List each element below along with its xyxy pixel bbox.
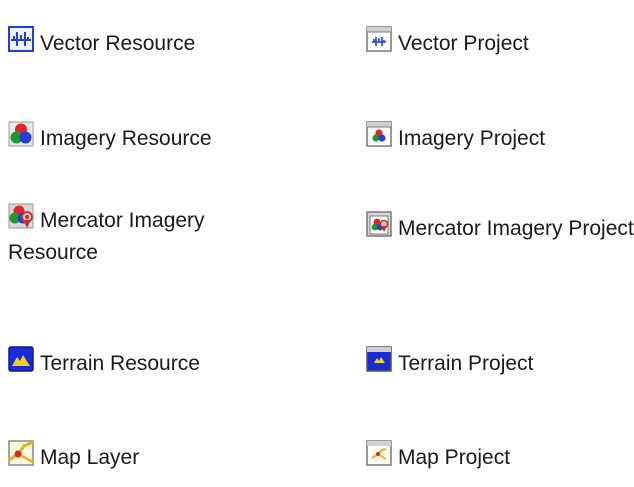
map-project-item[interactable]: Map Project — [366, 440, 510, 473]
terrain-project-icon — [366, 346, 392, 372]
vector-project-icon — [366, 26, 392, 52]
mercator-imagery-resource-label: Mercator Imagery Resource — [8, 209, 211, 264]
mercator-imagery-project-label: Mercator Imagery Project — [398, 217, 634, 240]
imagery-project-icon — [366, 121, 392, 147]
vector-resource-icon — [8, 26, 34, 52]
vector-project-label: Vector Project — [398, 32, 529, 55]
mercator-imagery-project-icon — [366, 211, 392, 237]
vector-resource-label: Vector Resource — [40, 32, 196, 55]
terrain-project-item[interactable]: Terrain Project — [366, 346, 533, 379]
mercator-imagery-resource-icon — [8, 203, 34, 229]
imagery-resource-item[interactable]: Imagery Resource — [8, 121, 212, 154]
map-layer-label: Map Layer — [40, 446, 140, 469]
vector-project-item[interactable]: Vector Project — [366, 26, 529, 59]
imagery-resource-label: Imagery Resource — [40, 127, 212, 150]
terrain-project-label: Terrain Project — [398, 352, 534, 375]
mercator-imagery-resource-item[interactable]: Mercator Imagery Resource — [8, 203, 278, 269]
terrain-resource-icon — [8, 346, 34, 372]
map-project-icon — [366, 440, 392, 466]
imagery-project-label: Imagery Project — [398, 127, 546, 150]
map-project-label: Map Project — [398, 446, 511, 469]
terrain-resource-label: Terrain Resource — [40, 352, 200, 375]
imagery-resource-icon — [8, 121, 34, 147]
mercator-imagery-project-item[interactable]: Mercator Imagery Project — [366, 211, 634, 245]
map-layer-item[interactable]: Map Layer — [8, 440, 139, 473]
vector-resource-item[interactable]: Vector Resource — [8, 26, 195, 59]
terrain-resource-item[interactable]: Terrain Resource — [8, 346, 200, 379]
map-layer-icon — [8, 440, 34, 466]
imagery-project-item[interactable]: Imagery Project — [366, 121, 545, 154]
